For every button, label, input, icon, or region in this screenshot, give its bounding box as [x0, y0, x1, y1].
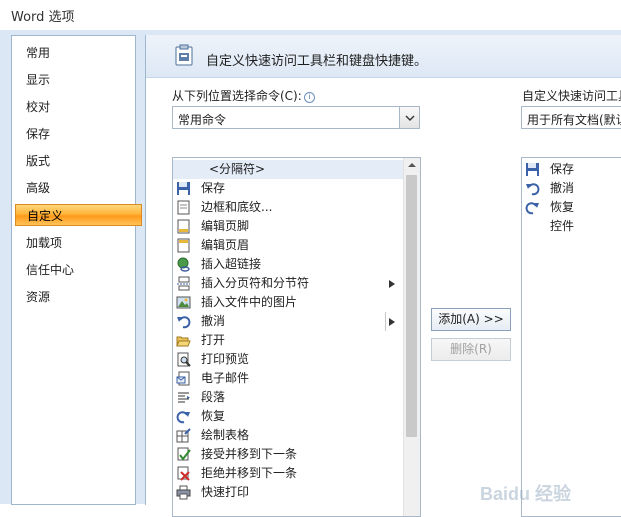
scroll-up-icon[interactable] [407, 160, 417, 170]
sidebar-item-save[interactable]: 保存 [15, 123, 141, 145]
svg-text:Baidu 经验: Baidu 经验 [480, 483, 572, 504]
add-button[interactable]: 添加(A) >> [431, 308, 511, 331]
info-icon: i [303, 92, 315, 103]
print-preview-icon [177, 352, 191, 367]
accept-change-icon [177, 447, 191, 461]
folder-open-icon [176, 336, 191, 347]
chevron-down-icon[interactable] [399, 107, 419, 128]
hyperlink-icon [177, 257, 190, 272]
reject-change-icon [177, 466, 190, 481]
save-icon [526, 163, 539, 176]
submenu-arrow-icon [389, 318, 395, 326]
toolbar-items-list[interactable]: 保存 撤消 恢复 控件 [521, 157, 621, 517]
customize-panel: 自定义快速访问工具栏和键盘快捷键。 从下列位置选择命令(C): i 常用命令 自定… [145, 35, 621, 517]
commands-list[interactable]: <分隔符> 保存 边框和底纹... 编辑页脚 编辑页眉 插入超链接 插入分页符和… [172, 157, 421, 517]
redo-icon [176, 411, 190, 424]
title-bar: Word 选项 [0, 0, 621, 30]
sidebar-item-trust-center[interactable]: 信任中心 [15, 259, 141, 281]
customize-toolbar-label: 自定义快速访问工具栏 [522, 89, 621, 103]
choose-commands-value: 常用命令 [178, 113, 227, 127]
borders-icon [177, 200, 190, 215]
choose-commands-label: 从下列位置选择命令(C): i [172, 87, 315, 104]
sidebar-item-resources[interactable]: 资源 [15, 286, 141, 308]
list-item-separator[interactable]: <分隔符> [173, 160, 405, 179]
draw-table-icon [176, 428, 191, 443]
sidebar-item-general[interactable]: 常用 [15, 42, 141, 64]
sidebar-nav: 常用 显示 校对 保存 版式 高级 自定义 加载项 信任中心 资源 [11, 35, 142, 505]
redo-icon [525, 202, 539, 215]
choose-commands-dropdown[interactable]: 常用命令 [172, 106, 420, 129]
sidebar-item-layout[interactable]: 版式 [15, 150, 141, 172]
window-title: Word 选项 [11, 10, 75, 25]
page-break-icon [177, 276, 190, 291]
sidebar-item-addins[interactable]: 加载项 [15, 232, 141, 254]
submenu-arrow-icon [389, 280, 395, 288]
list-item[interactable]: 插入分页符和分节符 [173, 274, 405, 293]
undo-icon [526, 183, 540, 196]
toolbar-scope-value: 用于所有文档(默认 [527, 113, 621, 127]
paragraph-icon [178, 392, 190, 403]
scroll-thumb[interactable] [406, 175, 417, 437]
toolbar-scope-dropdown[interactable]: 用于所有文档(默认 [521, 106, 621, 129]
sidebar-item-display[interactable]: 显示 [15, 69, 141, 91]
header-icon [177, 238, 190, 253]
printer-icon [176, 485, 191, 500]
sidebar-item-customize[interactable]: 自定义 [15, 204, 142, 226]
section-title: 自定义快速访问工具栏和键盘快捷键。 [206, 54, 428, 69]
save-icon [177, 182, 190, 195]
undo-icon [177, 316, 191, 329]
sidebar-item-proofing[interactable]: 校对 [15, 96, 141, 118]
clipboard-icon [175, 44, 193, 66]
commands-scrollbar[interactable] [403, 158, 420, 516]
picture-icon [176, 296, 191, 309]
dialog-body: 常用 显示 校对 保存 版式 高级 自定义 加载项 信任中心 资源 自定义快速访… [0, 30, 621, 517]
sidebar-item-advanced[interactable]: 高级 [15, 177, 141, 199]
remove-button[interactable]: 删除(R) [431, 338, 511, 361]
list-item[interactable]: 撤消 [173, 312, 405, 331]
section-header: 自定义快速访问工具栏和键盘快捷键。 [146, 35, 621, 78]
footer-icon [177, 219, 190, 234]
email-icon [176, 371, 190, 386]
